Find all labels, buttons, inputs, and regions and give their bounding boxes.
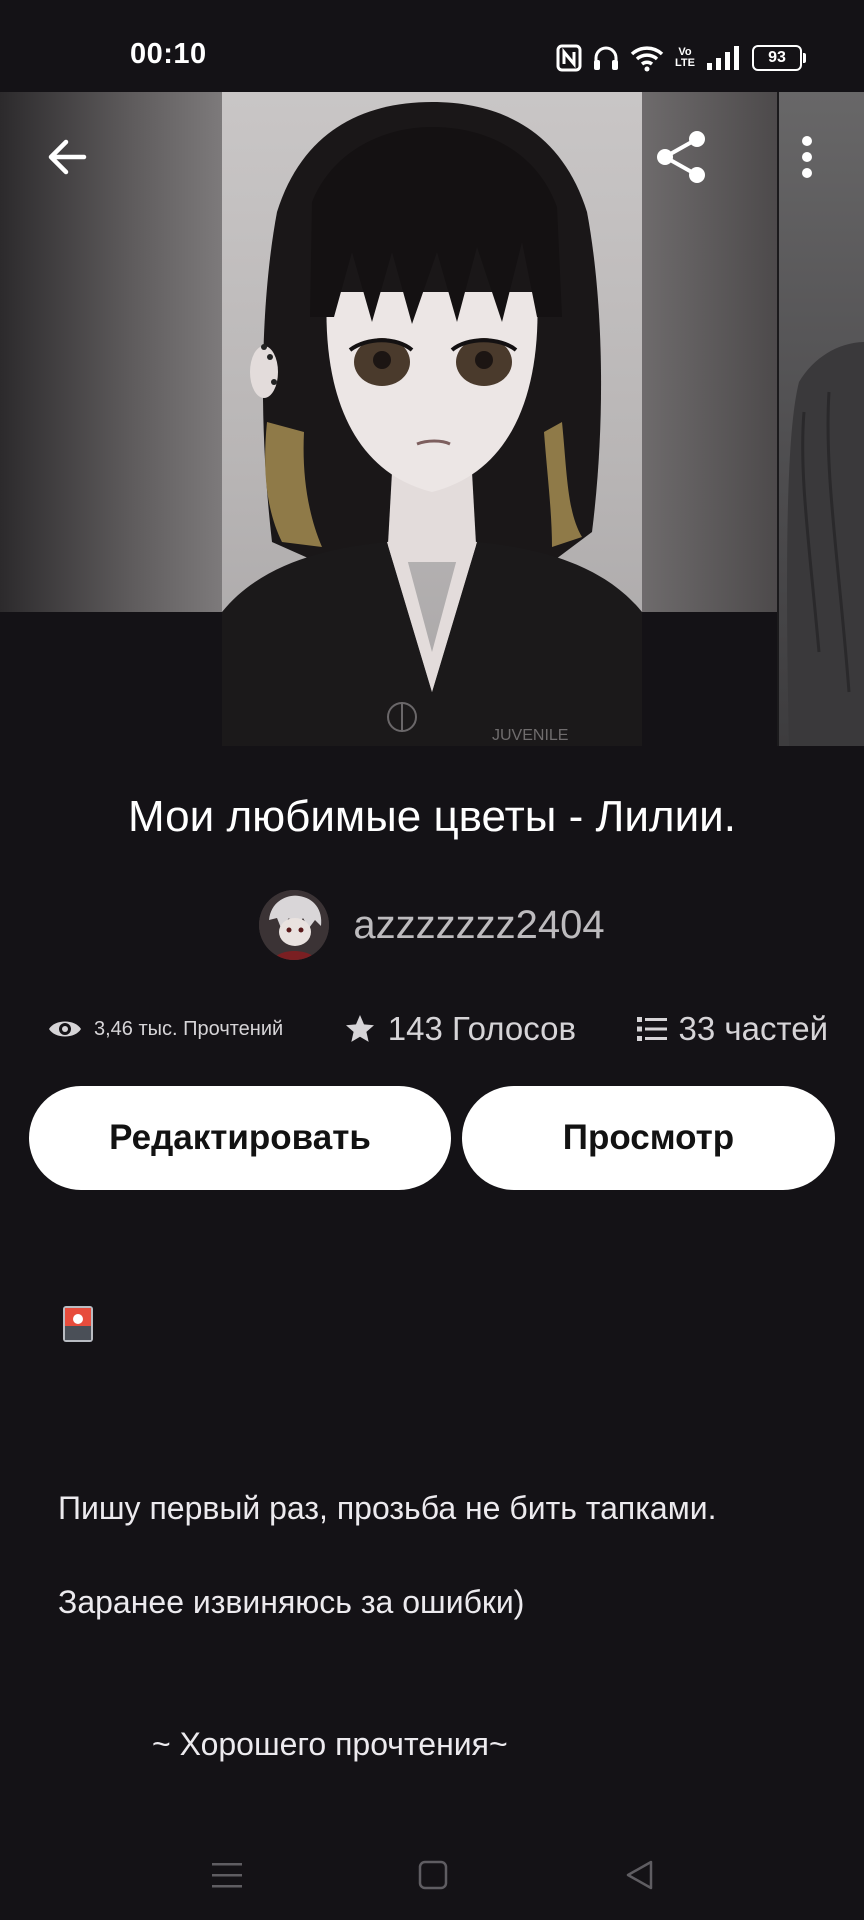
- share-icon: [657, 131, 705, 183]
- back-button[interactable]: [32, 122, 102, 192]
- eye-icon: [49, 1021, 81, 1037]
- more-vertical-icon: [802, 136, 812, 178]
- description-line-1: Пишу первый раз, прозьба не бить тапками…: [58, 1490, 717, 1526]
- wifi-icon: [630, 46, 664, 72]
- star-icon: [345, 1015, 374, 1042]
- reads-count: 3,46 тыс. Прочтений: [94, 1017, 284, 1040]
- list-icon: [636, 1017, 667, 1041]
- author-name[interactable]: azzzzzzz2404: [353, 903, 604, 948]
- headphones-icon: [594, 46, 618, 70]
- home-nav-button[interactable]: [408, 1850, 458, 1900]
- story-stats: 3,46 тыс. Прочтений 143 Голосов 33 часте…: [48, 1004, 828, 1054]
- nfc-icon: [556, 44, 582, 72]
- back-nav-icon: [626, 1860, 653, 1890]
- votes-stat: 143 Голосов: [344, 1010, 576, 1048]
- volte-indicator: Vo LTE: [675, 46, 695, 69]
- status-icons: Vo LTE 93: [556, 42, 806, 74]
- image-placeholder-icon: [63, 1306, 93, 1342]
- cover-watermark: JUVENILE: [492, 727, 568, 744]
- story-cover: JUVENILE: [222, 92, 642, 746]
- menu-nav-icon: [212, 1863, 242, 1888]
- battery-icon: 93: [752, 45, 806, 71]
- menu-nav-button[interactable]: [202, 1850, 252, 1900]
- description-line-3: ~ Хорошего прочтения~: [152, 1726, 508, 1762]
- avatar[interactable]: [259, 890, 330, 960]
- back-arrow-icon: [48, 139, 87, 175]
- cover-art: JUVENILE: [222, 102, 642, 746]
- cover-carousel[interactable]: JUVENILE: [0, 92, 864, 748]
- back-nav-button[interactable]: [614, 1850, 664, 1900]
- edit-button[interactable]: Редактировать: [29, 1086, 451, 1190]
- parts-stat: 33 частей: [636, 1010, 828, 1048]
- author-row[interactable]: azzzzzzz2404: [0, 890, 864, 960]
- description-line-2: Заранее извиняюсь за ошибки): [58, 1584, 525, 1620]
- share-button[interactable]: [646, 122, 716, 192]
- status-bar: 00:10 Vo LTE 93: [0, 0, 864, 92]
- home-nav-icon: [418, 1860, 448, 1890]
- more-options-button[interactable]: [772, 122, 842, 192]
- votes-count: 143 Голосов: [387, 1010, 576, 1047]
- story-title: Мои любимые цветы - Лилии.: [128, 792, 736, 841]
- reads-stat: 3,46 тыс. Прочтений: [48, 1017, 283, 1041]
- system-nav-bar: [0, 1830, 864, 1920]
- signal-icon: [707, 46, 739, 70]
- status-time: 00:10: [130, 38, 207, 70]
- parts-count: 33 частей: [678, 1010, 828, 1047]
- preview-button[interactable]: Просмотр: [462, 1086, 835, 1190]
